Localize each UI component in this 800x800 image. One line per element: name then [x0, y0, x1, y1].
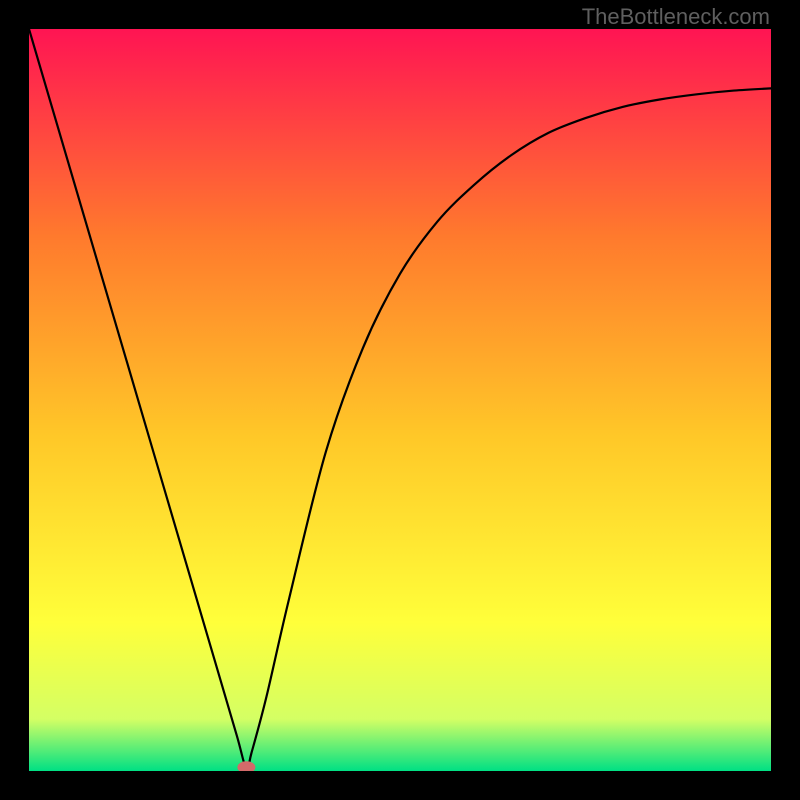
watermark-text: TheBottleneck.com [582, 4, 770, 30]
bottleneck-chart [29, 29, 771, 771]
gradient-background [29, 29, 771, 771]
chart-frame [29, 29, 771, 771]
